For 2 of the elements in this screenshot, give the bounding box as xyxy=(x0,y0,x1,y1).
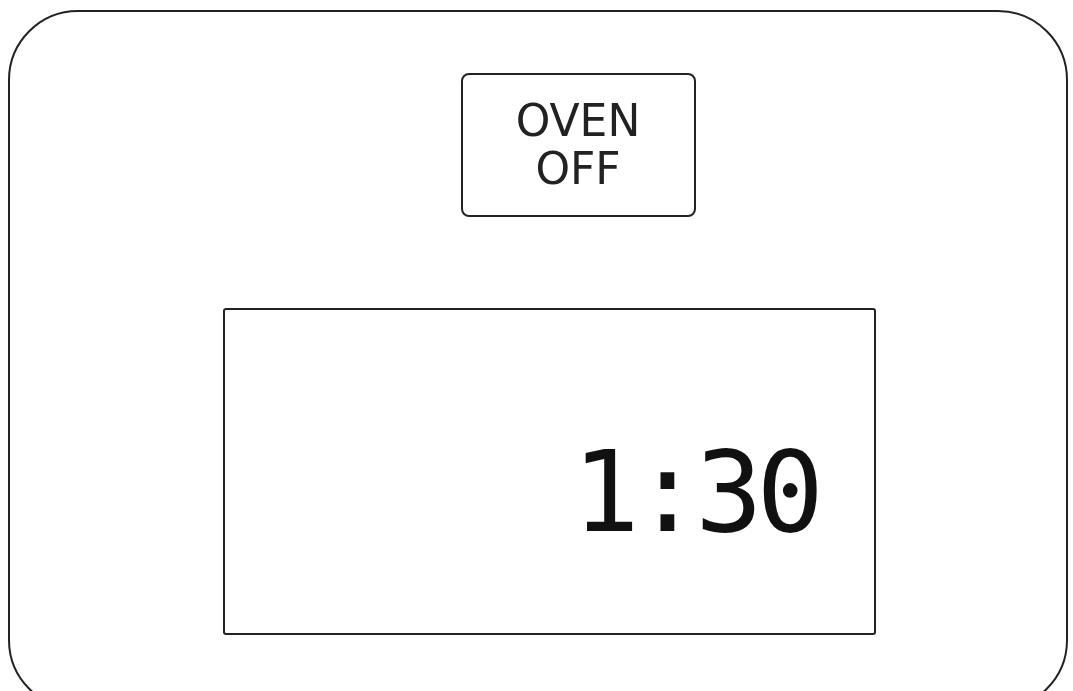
oven-off-button[interactable]: OVEN OFF xyxy=(460,73,696,217)
time-readout: 1:30 xyxy=(572,442,818,542)
